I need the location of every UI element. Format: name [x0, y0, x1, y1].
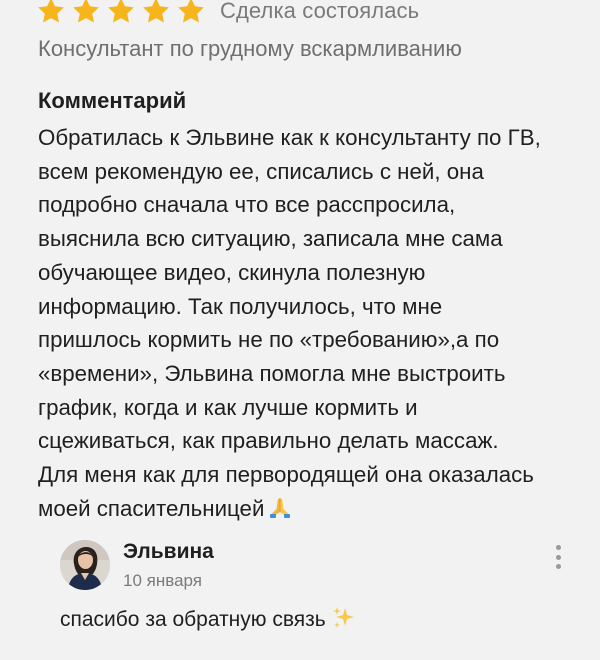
folded-hands-icon — [270, 497, 291, 518]
star-rating — [36, 0, 206, 26]
star-icon — [38, 0, 64, 23]
reply-body: спасибо за обратную связь — [60, 608, 326, 631]
comment-heading: Комментарий — [38, 88, 187, 113]
comment-body: Обратилась к Эльвине как к консультанту … — [38, 125, 541, 521]
reply-date: 10 января — [123, 571, 202, 590]
reply-author[interactable]: Эльвина — [123, 540, 214, 564]
rating-row: Сделка состоялась — [36, 0, 419, 28]
more-vertical-icon[interactable] — [546, 542, 570, 572]
avatar-photo — [60, 540, 110, 590]
star-icon — [143, 0, 169, 23]
reply: Эльвина 10 января спасибо за обратную св… — [60, 536, 580, 646]
deal-status: Сделка состоялась — [220, 0, 420, 23]
more-dot — [555, 554, 561, 560]
more-dot — [555, 545, 561, 550]
avatar[interactable] — [60, 540, 110, 590]
star-icon — [178, 0, 204, 23]
more-dot — [555, 564, 561, 569]
service-name: Консультант по грудному вскармливанию — [38, 36, 462, 61]
comment-text: Обратилась к Эльвине как к консультанту … — [38, 121, 583, 525]
review-card: Сделка состоялась Консультант по грудном… — [0, 0, 600, 660]
reply-text: спасибо за обратную связь — [60, 606, 356, 632]
star-icon — [73, 0, 99, 23]
sparkles-icon — [332, 607, 354, 628]
star-icon — [108, 0, 134, 23]
